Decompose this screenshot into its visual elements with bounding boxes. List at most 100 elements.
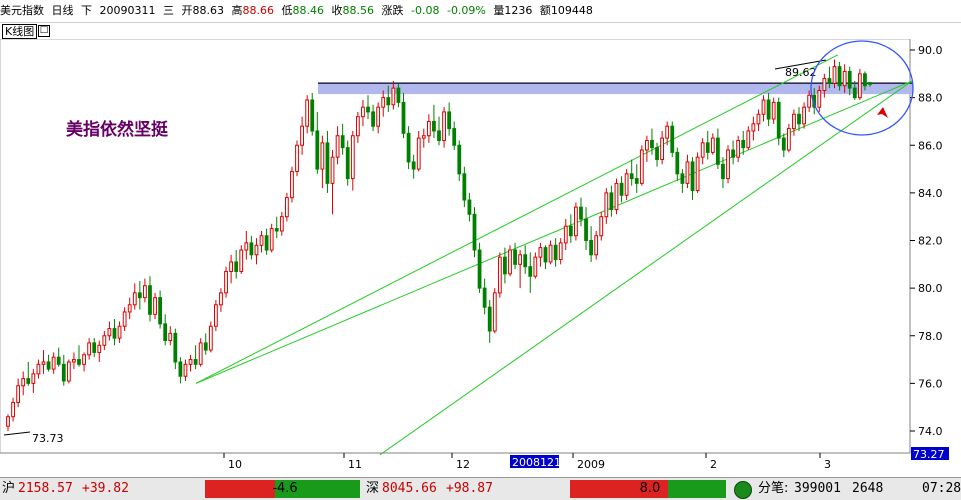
- y-tick-label: 84.0: [918, 187, 943, 200]
- candle-body-up: [599, 216, 604, 237]
- sz-index-label: 深: [366, 481, 380, 496]
- candle-body-down: [371, 111, 375, 127]
- candle-body-up: [624, 173, 629, 196]
- amount-value: 109448: [550, 4, 593, 17]
- candle-body-up: [127, 304, 132, 313]
- candle-body-up: [290, 170, 294, 199]
- candle: [208, 321, 213, 353]
- candle-body-down: [868, 82, 872, 85]
- candle-body-up: [558, 242, 563, 261]
- candle-body-up: [107, 328, 112, 337]
- candle-body-up: [381, 97, 386, 108]
- candle-body-down: [629, 173, 634, 180]
- candle-body-down: [776, 101, 781, 139]
- x-tick-label: 3: [824, 458, 831, 471]
- candle-body-down: [528, 266, 533, 277]
- candle-body-up: [786, 128, 791, 151]
- quote-header: 美元指数 日线 下 20090311 三 开88.63 高88.66 低88.4…: [0, 0, 961, 23]
- candle-body-down: [690, 161, 695, 191]
- candle-body-up: [320, 142, 325, 170]
- y-tick-label: 88.0: [918, 92, 943, 105]
- candle: [497, 252, 502, 298]
- candle-body-up: [51, 356, 56, 370]
- candle-body-up: [817, 89, 822, 108]
- high-value: 88.66: [242, 4, 275, 17]
- candlestick-chart[interactable]: 90.088.086.084.082.080.078.076.074.0 10 1…: [0, 39, 961, 477]
- candle-body-down: [234, 261, 239, 272]
- candle: [295, 140, 299, 177]
- candle-body-down: [462, 173, 467, 201]
- close-label: 收: [331, 4, 343, 17]
- candle-body-down: [77, 359, 81, 365]
- candle: [639, 145, 644, 186]
- candle-body-up: [188, 359, 193, 365]
- candle-body-up: [426, 120, 431, 137]
- y-tick-label: 90.0: [918, 44, 943, 57]
- candle: [508, 245, 512, 277]
- candle-body-up: [122, 311, 127, 327]
- candle-body-down: [670, 125, 675, 153]
- candle-body-down: [619, 182, 624, 196]
- change-value: -0.08: [411, 4, 440, 17]
- candle-body-down: [264, 235, 269, 251]
- candle: [837, 61, 842, 91]
- sh-index-value: 2158.57: [18, 481, 73, 496]
- candle-body-down: [731, 149, 735, 158]
- y-tick-label: 76.0: [918, 377, 943, 390]
- connection-status-icon[interactable]: [734, 481, 752, 499]
- mode-label: 下: [81, 4, 92, 17]
- candle: [726, 145, 730, 184]
- candle-body-down: [579, 206, 583, 220]
- candle-body-up: [518, 254, 523, 265]
- candle-body-down: [366, 106, 370, 113]
- candle-body-up: [695, 156, 700, 191]
- candle-body-up: [21, 378, 26, 387]
- minimize-button[interactable]: □: [38, 25, 50, 37]
- candle-body-down: [249, 242, 254, 256]
- candle-body-up: [239, 249, 244, 272]
- candle-body-up: [208, 325, 213, 351]
- candle-body-down: [345, 147, 350, 180]
- candle-body-down: [437, 130, 441, 141]
- candle-body-down: [513, 249, 517, 265]
- tick-code: 399001: [794, 481, 841, 496]
- change-pct-value: -0.09%: [446, 4, 486, 17]
- candle-body-down: [721, 163, 725, 180]
- market-status-bar: 沪 2158.57 +39.82 -4.6 深 8045.66 +98.87 8…: [0, 477, 961, 500]
- candle-body-down: [827, 78, 832, 84]
- low-value: 88.46: [292, 4, 325, 17]
- kline-tab[interactable]: K线图: [2, 24, 38, 39]
- candle-body-up: [660, 137, 665, 161]
- candle-body-up: [295, 144, 299, 172]
- candle-body-up: [792, 113, 796, 130]
- candle-body-up: [736, 139, 741, 158]
- candle-body-up: [421, 135, 426, 139]
- candle-body-up: [244, 242, 249, 251]
- x-tick-label: 10: [228, 458, 242, 471]
- open-field: 开88.63: [182, 4, 225, 17]
- candle-body-up: [700, 142, 705, 158]
- candle-body-up: [644, 139, 649, 151]
- candle: [492, 288, 497, 334]
- period-label[interactable]: 日线: [52, 4, 74, 17]
- candle-body-down: [46, 361, 51, 370]
- candle-body-down: [457, 144, 462, 175]
- candle-body-down: [847, 70, 852, 89]
- candle-body-up: [807, 94, 812, 108]
- candle-body-up: [269, 228, 274, 251]
- candle: [594, 230, 599, 260]
- candle-body-down: [781, 137, 786, 151]
- candle-body-up: [857, 73, 862, 99]
- candle-body-up: [350, 135, 355, 180]
- candle-body-up: [533, 256, 538, 277]
- low-label: 低: [281, 4, 293, 17]
- candle-body-down: [61, 363, 66, 382]
- candle-body-up: [497, 256, 502, 294]
- close-field: 收88.56: [332, 4, 375, 17]
- candle: [224, 266, 228, 298]
- candle-body-up: [41, 361, 46, 365]
- candle-body-up: [832, 66, 837, 84]
- candle: [574, 202, 578, 241]
- candle-body-up: [66, 361, 71, 382]
- candle-body-up: [284, 197, 289, 218]
